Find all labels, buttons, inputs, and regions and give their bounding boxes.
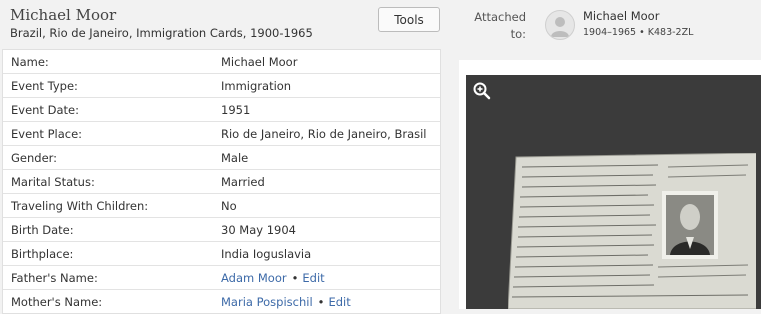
row-label: Event Place: [11,127,83,141]
table-row: Event Place: Rio de Janeiro, Rio de Jane… [3,122,440,146]
attached-person-meta: 1904–1965 • K483-2ZL [583,27,694,38]
row-value-links: Maria Pospischil • Edit [221,295,351,309]
table-row: Gender: Male [3,146,440,170]
table-row: Mother's Name: Maria Pospischil • Edit [3,290,440,313]
table-row: Father's Name: Adam Moor • Edit [3,266,440,290]
edit-father-link[interactable]: Edit [302,271,324,285]
avatar[interactable] [545,10,575,40]
father-name-link[interactable]: Adam Moor [221,271,287,285]
row-label: Marital Status: [11,175,95,189]
row-value: Rio de Janeiro, Rio de Janeiro, Brasil [221,127,427,141]
table-row: Traveling With Children: No [3,194,440,218]
row-value: Immigration [221,79,292,93]
record-title: Michael Moor [10,6,117,24]
row-value-links: Adam Moor • Edit [221,271,325,285]
row-value: No [221,199,237,213]
separator-bullet: • [317,295,325,309]
attached-to-label: Attached to: [474,10,526,41]
row-label: Name: [11,55,49,69]
row-label: Mother's Name: [11,295,103,309]
separator-bullet: • [291,271,299,285]
record-image-viewer[interactable] [466,75,761,309]
row-value: Male [221,151,249,165]
table-row: Birthplace: India Ioguslavia [3,242,440,266]
table-row: Birth Date: 30 May 1904 [3,218,440,242]
edit-mother-link[interactable]: Edit [328,295,350,309]
tools-button[interactable]: Tools [378,7,440,32]
immigration-card-image [508,153,756,309]
row-label: Birthplace: [11,247,74,261]
row-value: 1951 [221,103,251,117]
row-value: Married [221,175,265,189]
row-label: Event Type: [11,79,78,93]
row-label: Father's Name: [11,271,98,285]
record-details-table: Name: Michael Moor Event Type: Immigrati… [2,49,441,314]
mother-name-link[interactable]: Maria Pospischil [221,295,313,309]
table-row: Event Date: 1951 [3,98,440,122]
table-row: Marital Status: Married [3,170,440,194]
table-row: Event Type: Immigration [3,74,440,98]
row-value: Michael Moor [221,55,298,69]
row-label: Birth Date: [11,223,74,237]
zoom-in-icon[interactable] [472,81,492,101]
attached-person-name[interactable]: Michael Moor [583,9,659,23]
row-label: Traveling With Children: [11,199,149,213]
row-value: India Ioguslavia [221,247,312,261]
person-silhouette-icon [551,17,569,37]
collection-subtitle: Brazil, Rio de Janeiro, Immigration Card… [10,26,313,40]
table-row: Name: Michael Moor [3,50,440,74]
row-label: Gender: [11,151,58,165]
row-label: Event Date: [11,103,79,117]
row-value: 30 May 1904 [221,223,296,237]
